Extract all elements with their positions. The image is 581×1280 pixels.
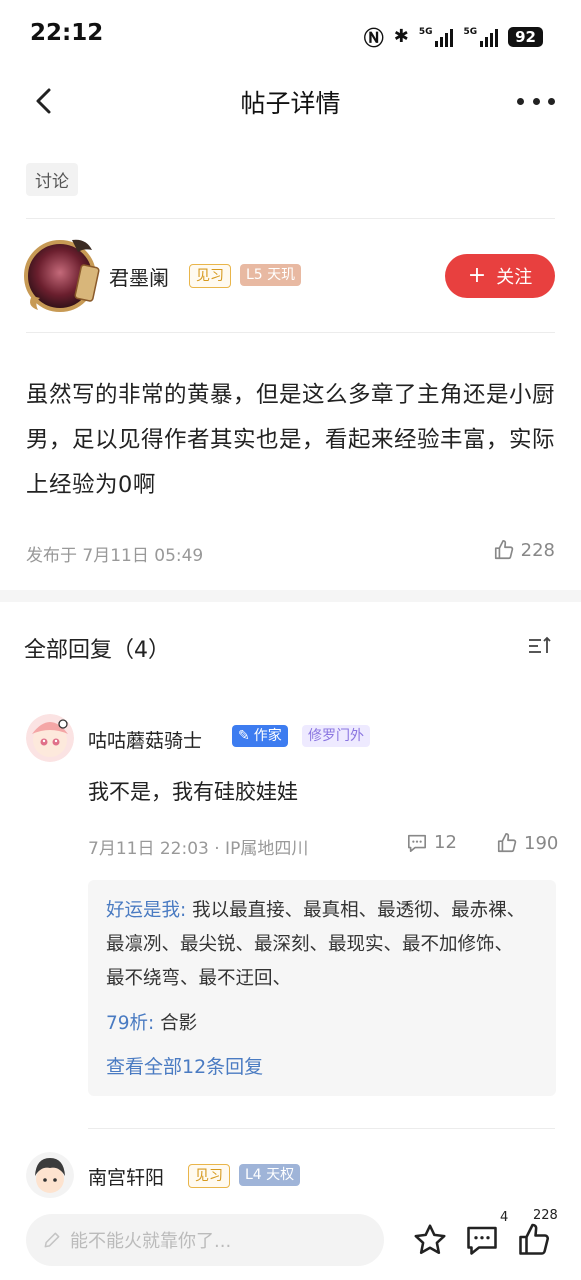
comment-icon	[467, 1226, 497, 1255]
more-dot	[517, 97, 524, 105]
status-time: 22:12	[30, 20, 104, 46]
avatar-frame-icon	[24, 239, 100, 312]
role-badge: 见习	[188, 1164, 230, 1188]
status-bar: 22:12 Ⓝ ✱ 5G 5G 92	[0, 0, 581, 70]
replies-title: 全部回复（4）	[24, 638, 170, 663]
divider	[88, 1128, 555, 1129]
sub-reply[interactable]: 好运是我: 我以最直接、最真相、最透彻、最赤裸、最凛冽、最尖锐、最深刻、最现实、…	[106, 894, 526, 996]
post-like-count: 228	[520, 539, 555, 561]
role-badge: 见习	[189, 264, 231, 288]
post-like-button[interactable]: 228	[493, 539, 555, 561]
top-navigation: 帖子详情	[0, 70, 581, 130]
comment-reply-button[interactable]: 12	[406, 832, 457, 853]
page-title: 帖子详情	[240, 89, 341, 118]
view-all-replies-link[interactable]: 查看全部12条回复	[106, 1052, 263, 1079]
quill-icon: ✎	[238, 728, 250, 744]
like-button[interactable]	[516, 1222, 552, 1258]
mushroom-avatar-icon	[26, 714, 74, 762]
comment-reply-count: 12	[434, 832, 457, 853]
thumbs-up-icon	[494, 540, 513, 560]
nfc-icon: Ⓝ	[363, 26, 384, 50]
sub-reply-user[interactable]: 79析:	[106, 1013, 154, 1034]
author-avatar[interactable]	[20, 236, 100, 314]
comment-count: 4	[500, 1210, 509, 1225]
more-options-button[interactable]	[517, 84, 555, 118]
commenter-avatar[interactable]	[26, 1152, 74, 1198]
signal-icon: 5G	[419, 27, 454, 47]
commenter-name[interactable]: 咕咕蘑菇骑士	[88, 726, 202, 753]
favorite-button[interactable]	[412, 1222, 448, 1258]
sort-icon	[529, 636, 551, 653]
comment-like-button[interactable]: 190	[496, 832, 558, 854]
level-badge: L4 天权	[239, 1164, 301, 1186]
pencil-icon	[44, 1232, 60, 1248]
star-icon	[414, 1224, 446, 1255]
thumbs-up-icon	[519, 1223, 550, 1255]
bluetooth-icon: ✱	[393, 26, 409, 47]
reply-input[interactable]: 能不能火就靠你了...	[26, 1214, 384, 1266]
comment-icon	[408, 834, 426, 852]
more-dot	[548, 97, 555, 105]
follow-label: 关注	[496, 267, 533, 288]
commenter-name[interactable]: 南宫轩阳	[88, 1163, 164, 1190]
post-body: 虽然写的非常的黄暴，但是这么多章了主角还是小厨男，足以见得作者其实也是，看起来经…	[26, 382, 556, 498]
sort-button[interactable]	[527, 634, 553, 658]
bottom-action-bar: 能不能火就靠你了... 4 228	[0, 1198, 581, 1280]
like-count: 228	[533, 1208, 558, 1223]
commenter-avatar[interactable]	[26, 714, 74, 762]
battery-icon: 92	[508, 26, 543, 47]
section-separator	[0, 590, 581, 602]
boy-avatar-icon	[26, 1152, 74, 1198]
comment-meta: 7月11日 22:03 · IP属地四川	[88, 839, 309, 859]
author-name[interactable]: 君墨阑	[109, 262, 169, 291]
divider	[26, 332, 555, 333]
thumbs-up-icon	[497, 833, 517, 853]
sub-reply[interactable]: 79析: 合影	[106, 1007, 526, 1041]
plus-icon: +	[467, 263, 487, 288]
signal-icon: 5G	[463, 27, 499, 47]
topic-tag[interactable]: 讨论	[26, 163, 78, 196]
more-dot	[532, 97, 540, 105]
comments-button[interactable]	[464, 1222, 500, 1258]
writer-badge: ✎ 作家	[232, 725, 288, 747]
status-icons: Ⓝ ✱ 5G 5G 92	[364, 22, 543, 51]
comment-like-count: 190	[524, 832, 559, 854]
sub-reply-text: 合影	[160, 1013, 198, 1034]
realm-badge: 修罗门外	[302, 725, 370, 747]
reply-input-placeholder: 能不能火就靠你了...	[70, 1231, 232, 1252]
divider	[26, 218, 555, 219]
sub-reply-user[interactable]: 好运是我:	[106, 900, 186, 921]
comment-text: 我不是，我有硅胶娃娃	[88, 780, 298, 804]
follow-button[interactable]: + 关注	[445, 254, 555, 298]
post-publish-time: 发布于 7月11日 05:49	[26, 546, 204, 566]
level-badge: L5 天玑	[240, 264, 302, 286]
